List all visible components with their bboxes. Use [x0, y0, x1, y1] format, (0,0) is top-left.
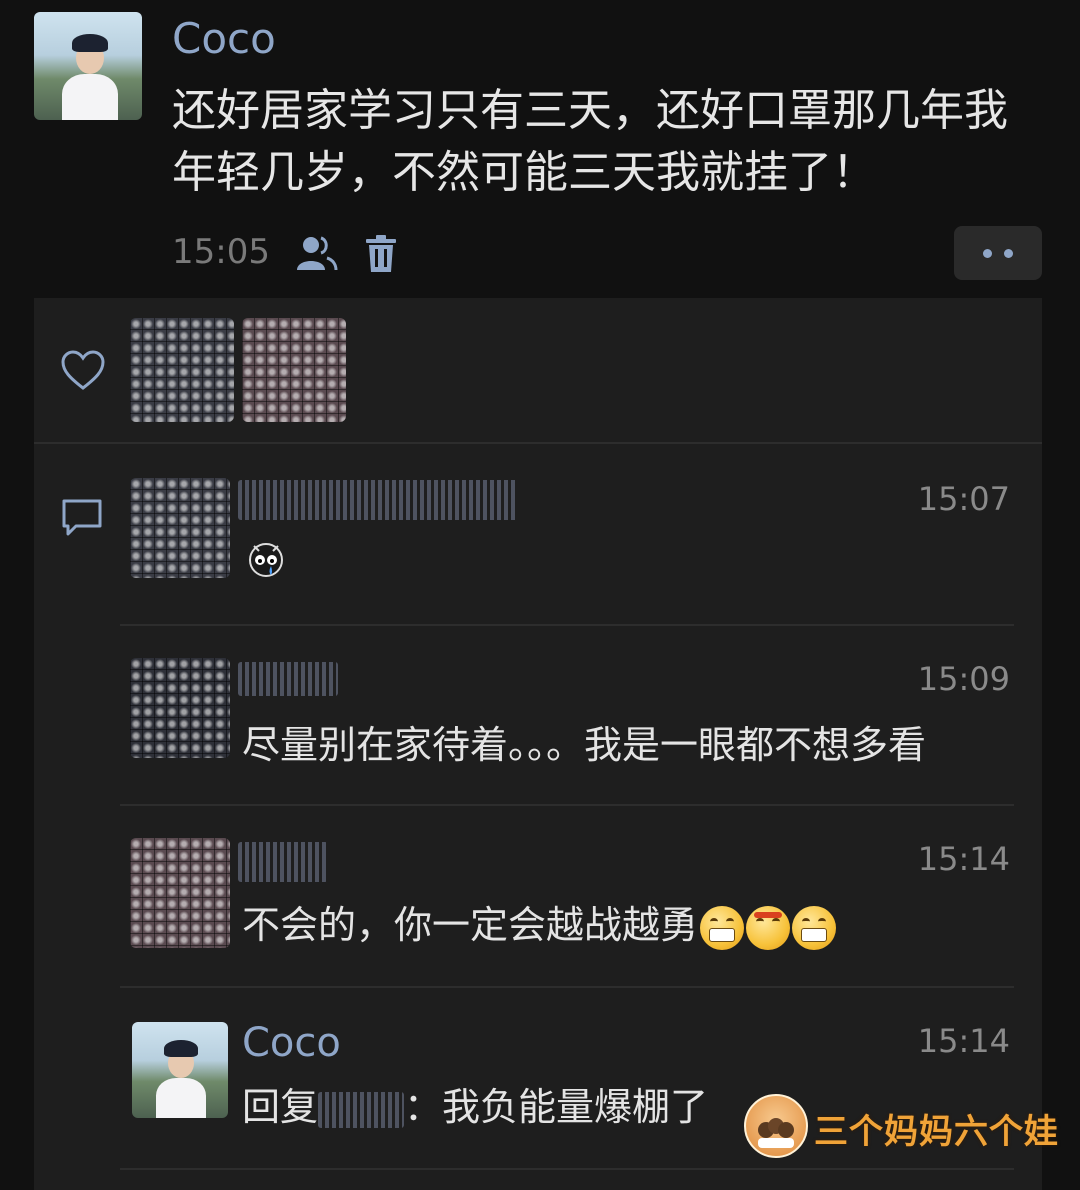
commenter-name-redacted[interactable]: [238, 842, 328, 882]
commenter-name-redacted[interactable]: [238, 480, 518, 520]
angry-emoji: [746, 905, 791, 950]
divider: [120, 986, 1014, 988]
reply-target-redacted[interactable]: [318, 1091, 405, 1128]
grinning-emoji: [700, 905, 745, 950]
commenter-name-redacted[interactable]: [238, 662, 338, 696]
post-text-line: 还好居家学习只有三天，还好口罩那几年我: [172, 85, 1008, 136]
comment-text: 不会的，你一定会越战越勇: [242, 900, 837, 950]
post-text: 还好居家学习只有三天，还好口罩那几年我 年轻几岁，不然可能三天我就挂了！: [172, 80, 1062, 204]
watermark-logo-icon: [744, 1094, 808, 1158]
divider: [120, 804, 1014, 806]
commenter-avatar[interactable]: [130, 658, 230, 758]
interaction-panel: 15:07 15:09 尽量别在家待着。。。我是一眼都不想多看 15:14 不会…: [34, 298, 1042, 1190]
divider: [120, 1168, 1014, 1170]
comment-time: 15:14: [917, 1022, 1010, 1060]
comment-text: 尽量别在家待着。。。我是一眼都不想多看: [242, 723, 927, 767]
commenter-avatar[interactable]: [130, 838, 230, 948]
crying-face-emoji: [244, 538, 288, 582]
post-author-avatar[interactable]: [34, 12, 142, 120]
divider: [34, 442, 1042, 444]
reply-suffix: ：我负能量爆棚了: [404, 1085, 709, 1129]
comment-time: 15:09: [917, 660, 1010, 698]
comment-time: 15:07: [917, 480, 1010, 518]
post-text-line: 年轻几岁，不然可能三天我就挂了！: [172, 147, 876, 198]
comment-text-content: 不会的，你一定会越战越勇: [242, 903, 699, 947]
heart-icon: [60, 350, 106, 392]
post-time: 15:05: [172, 232, 270, 272]
grinning-emoji: [792, 905, 837, 950]
commenter-avatar[interactable]: [130, 478, 230, 578]
contacts-icon[interactable]: [294, 234, 338, 272]
post-author-name[interactable]: Coco: [172, 14, 276, 63]
reply-text: 回复 ：我负能量爆棚了: [242, 1082, 708, 1132]
watermark-text: 三个妈妈六个娃: [814, 1112, 1059, 1152]
commenter-name[interactable]: Coco: [242, 1020, 341, 1066]
more-dots-icon[interactable]: [954, 226, 1042, 280]
comment-time: 15:14: [917, 840, 1010, 878]
comment-item[interactable]: 15:14 不会的，你一定会越战越勇: [130, 834, 1020, 954]
comment-item[interactable]: 15:07: [130, 474, 1020, 614]
commenter-avatar[interactable]: [132, 1022, 228, 1118]
comment-item[interactable]: 15:09 尽量别在家待着。。。我是一眼都不想多看: [130, 654, 1020, 774]
reply-prefix: 回复: [242, 1085, 319, 1129]
liker-avatar[interactable]: [130, 318, 234, 422]
liker-avatar[interactable]: [242, 318, 346, 422]
divider: [120, 624, 1014, 626]
comment-bubble-icon: [60, 498, 104, 538]
trash-icon[interactable]: [364, 234, 398, 274]
